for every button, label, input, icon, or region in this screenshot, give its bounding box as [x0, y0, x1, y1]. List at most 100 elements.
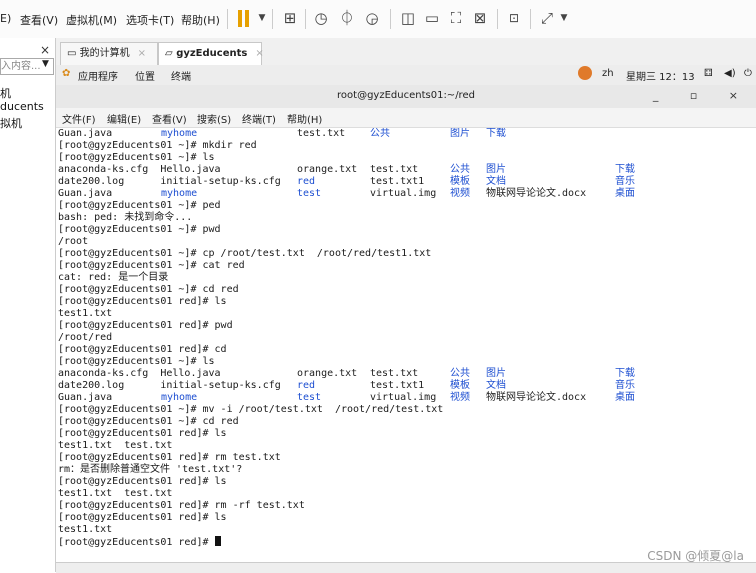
terminal-line: [root@gyzEducents01 red]# ls — [58, 512, 227, 523]
library-item-my-computer[interactable]: 机 — [0, 85, 11, 101]
terminal-line: [root@gyzEducents01 ~]# mv -i /root/test… — [58, 404, 444, 415]
ls-entry: 图片 — [450, 128, 470, 139]
menu-vm[interactable]: 虚拟机(M) — [66, 12, 117, 28]
terminal-line: [root@gyzEducents01 ~]# cd red — [58, 416, 239, 427]
input-method-icon[interactable] — [578, 66, 592, 80]
terminal-line: /root — [58, 236, 89, 247]
terminal-line: [root@gyzEducents01 red]# cd — [58, 344, 227, 355]
close-icon[interactable]: × — [138, 48, 146, 59]
ls-entry: 图片 — [486, 164, 506, 175]
gnome-top-bar: ✿ 应用程序 位置 终端 zh 星期三 12：13 ⚃ ◀) ⏻ — [56, 65, 756, 86]
terminal-line: test1.txt — [58, 524, 113, 535]
prompt-text: [root@gyzEducents01 red]# — [58, 537, 215, 548]
snapshot-manager-icon[interactable]: ◶ — [363, 9, 381, 27]
ls-entry: 下载 — [615, 368, 635, 379]
ls-entry: 公共 — [450, 368, 470, 379]
terminal-line: cat: red: 是一个目录 — [58, 272, 169, 283]
terminal-menu-edit[interactable]: 编辑(E) — [107, 111, 141, 126]
terminal-line: [root@gyzEducents01 red]# rm -rf test.tx… — [58, 500, 305, 511]
ls-entry: 模板 — [450, 380, 470, 391]
terminal-line: [root@gyzEducents01 ~]# ped — [58, 200, 221, 211]
ls-entry: myhome — [161, 188, 198, 199]
watermark: CSDN @倾夏@la — [647, 549, 744, 563]
terminal-line: Guan.java — [58, 392, 113, 403]
terminal-line: anaconda-ks.cfg Hello.java — [58, 164, 221, 175]
ls-entry: 下载 — [615, 164, 635, 175]
menu-help[interactable]: 帮助(H) — [181, 12, 220, 28]
ls-entry: red — [297, 176, 316, 187]
terminal-line: [root@gyzEducents01 red]# rm test.txt — [58, 452, 281, 463]
close-icon[interactable]: × — [40, 43, 50, 57]
menu-view[interactable]: 查看(V) — [20, 12, 58, 28]
places-menu[interactable]: 位置 — [135, 68, 155, 83]
terminal-menubar: 文件(F) 编辑(E) 查看(V) 搜索(S) 终端(T) 帮助(H) — [56, 108, 756, 128]
tab-gyzeducents[interactable]: ▱ gyzEducents × — [158, 42, 264, 65]
menu-tabs[interactable]: 选项卡(T) — [126, 12, 174, 28]
tab-my-computer[interactable]: ▭ 我的计算机 × — [60, 42, 158, 65]
window-controls[interactable]: _ ▫ × — [653, 89, 752, 102]
stretch-icon[interactable]: ⤢ — [538, 9, 556, 27]
terminal-line: rm：是否删除普通空文件 'test.txt'? — [58, 464, 243, 475]
network-icon[interactable]: ⊞ — [281, 9, 299, 27]
network-status-icon[interactable]: ⚃ — [704, 68, 713, 79]
language-indicator[interactable]: zh — [602, 68, 614, 79]
terminal-line: anaconda-ks.cfg Hello.java — [58, 368, 221, 379]
terminal-line: test1.txt — [58, 308, 113, 319]
terminal-menu-search[interactable]: 搜索(S) — [197, 111, 231, 126]
terminal-menu-file[interactable]: 文件(F) — [62, 111, 96, 126]
toolbar-separator — [227, 9, 228, 29]
tab-label: 我的计算机 — [79, 48, 130, 59]
close-icon[interactable]: × — [255, 48, 263, 59]
library-item-gyzeducents[interactable]: ducents — [0, 100, 44, 113]
terminal-line: Guan.java — [58, 128, 113, 139]
terminal-menu-view[interactable]: 查看(V) — [152, 111, 187, 126]
toolbar-separator — [305, 9, 306, 29]
chevron-down-icon[interactable]: ▼ — [42, 59, 49, 69]
terminal-line: [root@gyzEducents01 ~]# pwd — [58, 224, 221, 235]
gnome-foot-icon: ✿ — [62, 68, 71, 79]
terminal-line: [root@gyzEducents01 ~]# ls — [58, 152, 215, 163]
ls-entry: 桌面 — [615, 392, 635, 403]
ls-entry: 视频 — [450, 392, 470, 403]
ls-entry: red — [297, 380, 316, 391]
ls-entry: test.txt — [370, 164, 419, 175]
terminal-menu-help[interactable]: 帮助(H) — [287, 111, 322, 126]
unity-icon[interactable]: ⊠ — [471, 9, 489, 27]
terminal-line: [root@gyzEducents01 red]# ls — [58, 428, 227, 439]
terminal-line: date200.log initial-setup-ks.cfg — [58, 176, 281, 187]
volume-icon[interactable]: ◀) — [724, 68, 736, 79]
terminal-icon[interactable]: ⊡ — [505, 9, 523, 27]
sidebar-toggle-icon[interactable]: ◫ — [399, 9, 417, 27]
ls-entry: 文档 — [486, 176, 506, 187]
chevron-down-icon[interactable]: ▼ — [555, 9, 573, 27]
ls-entry: 音乐 — [615, 176, 635, 187]
terminal-menu-terminal[interactable]: 终端(T) — [242, 111, 276, 126]
library-item-shared-vms[interactable]: 拟机 — [0, 115, 22, 131]
terminal-line: [root@gyzEducents01 red]# pwd — [58, 320, 233, 331]
fullscreen-icon[interactable]: ⛶ — [447, 9, 465, 27]
terminal-line: /root/red — [58, 332, 113, 343]
ls-entry: test.txt — [297, 128, 346, 139]
ls-entry: 模板 — [450, 176, 470, 187]
computer-icon: ▭ — [67, 48, 77, 59]
terminal-app-menu[interactable]: 终端 — [171, 68, 191, 83]
terminal-line: [root@gyzEducents01 ~]# cp /root/test.tx… — [58, 248, 432, 259]
terminal-line: [root@gyzEducents01 red]# ls — [58, 476, 227, 487]
ls-entry: 桌面 — [615, 188, 635, 199]
terminal-output[interactable]: Guan.java [root@gyzEducents01 ~]# mkdir … — [56, 128, 756, 560]
snapshot-restore-icon[interactable]: ⏀ — [338, 9, 356, 27]
ls-entry: 视频 — [450, 188, 470, 199]
ls-entry: myhome — [161, 128, 198, 139]
menu-edit[interactable]: E) — [0, 12, 11, 25]
clock[interactable]: 星期三 12：13 — [626, 68, 695, 83]
console-view-icon[interactable]: ▭ — [423, 9, 441, 27]
power-icon[interactable]: ⏻ — [744, 68, 752, 79]
vmware-menubar: E) 查看(V) 虚拟机(M) 选项卡(T) 帮助(H) ▼ ⊞ ◷ ⏀ ◶ ◫… — [0, 0, 756, 39]
ls-entry: orange.txt — [297, 368, 358, 379]
ls-entry: 下载 — [486, 128, 506, 139]
chevron-down-icon[interactable]: ▼ — [253, 9, 271, 27]
vm-icon: ▱ — [165, 48, 173, 59]
applications-menu[interactable]: 应用程序 — [78, 68, 118, 83]
snapshot-clock-icon[interactable]: ◷ — [312, 9, 330, 27]
ls-entry: test.txt — [370, 368, 419, 379]
